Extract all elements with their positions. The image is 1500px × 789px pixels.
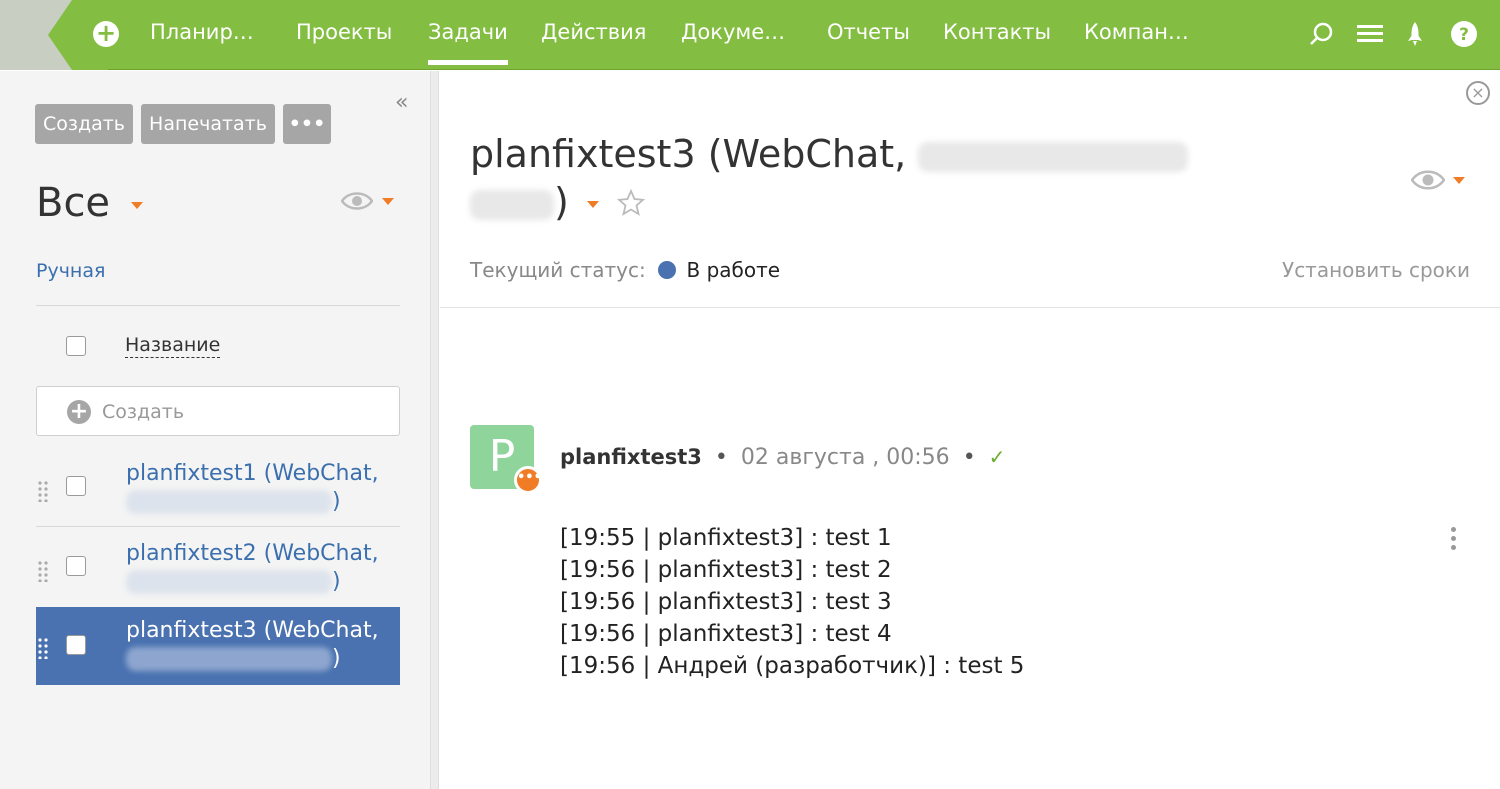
task-menu-chevron-icon[interactable]	[586, 201, 599, 208]
redacted-text	[126, 570, 332, 594]
set-deadline-link[interactable]: Установить сроки	[1282, 258, 1470, 282]
task-list-item[interactable]: planfixtest2 (WebChat, )	[36, 530, 400, 608]
task-list-item[interactable]: planfixtest1 (WebChat, )	[36, 450, 400, 528]
task-heading: planfixtest3 (WebChat, )	[470, 130, 1189, 226]
message-header: planfixtest3 • 02 августа , 00:56 • ✓	[560, 445, 1005, 470]
status-label: Текущий статус:	[470, 258, 646, 282]
eye-menu-chevron-icon[interactable]	[1453, 177, 1465, 184]
nav-item-reports[interactable]: Отчеты	[827, 20, 910, 44]
status-dot-icon	[658, 261, 677, 279]
message-line: [19:56 | planfixtest3] : test 2	[560, 557, 892, 583]
create-button[interactable]: Создать	[35, 104, 133, 144]
drag-handle-icon[interactable]	[36, 637, 50, 659]
status-value[interactable]: В работе	[686, 258, 780, 282]
redacted-text	[470, 189, 554, 220]
message-date: 02 августа , 00:56	[740, 445, 950, 470]
rocket-icon[interactable]	[1401, 20, 1429, 48]
top-navigation-bar: + Планир… Проекты Задачи Действия Докуме…	[0, 0, 1500, 70]
nav-item-actions[interactable]: Действия	[541, 20, 646, 44]
create-task-placeholder: Создать	[102, 401, 185, 423]
svg-text:?: ?	[1459, 25, 1469, 45]
more-button[interactable]: •••	[283, 104, 331, 144]
panel-splitter[interactable]	[430, 71, 439, 789]
close-icon[interactable]: ×	[1466, 81, 1490, 105]
redacted-text	[126, 490, 332, 514]
nav-item-projects[interactable]: Проекты	[296, 20, 392, 44]
message-line: [19:56 | Андрей (разработчик)] : test 5	[560, 653, 1025, 679]
task-checkbox[interactable]	[66, 476, 86, 496]
task-title: planfixtest1 (WebChat,	[126, 461, 379, 486]
task-checkbox[interactable]	[66, 556, 86, 576]
drag-handle-icon[interactable]	[36, 560, 50, 582]
eye-menu-chevron-icon[interactable]	[382, 198, 394, 205]
chevron-down-icon	[130, 201, 143, 209]
nav-item-company[interactable]: Компан…	[1084, 20, 1189, 44]
search-icon[interactable]	[1308, 20, 1336, 48]
select-all-checkbox[interactable]	[66, 336, 86, 356]
menu-icon[interactable]	[1356, 20, 1384, 48]
view-title: Все	[36, 180, 111, 226]
nav-item-contacts[interactable]: Контакты	[943, 20, 1051, 44]
print-button[interactable]: Напечатать	[141, 104, 275, 144]
message-line: [19:56 | planfixtest3] : test 4	[560, 621, 892, 647]
eye-icon[interactable]	[1411, 168, 1445, 192]
redacted-text	[126, 647, 332, 671]
task-title-tail: )	[332, 646, 341, 671]
help-icon[interactable]: ?	[1450, 20, 1478, 48]
check-icon: ✓	[988, 445, 1006, 469]
create-task-input[interactable]: + Создать	[36, 386, 400, 436]
view-selector[interactable]: Все	[36, 180, 143, 226]
task-list-item-selected[interactable]: planfixtest3 (WebChat, )	[36, 607, 400, 685]
task-status-row: Текущий статус: В работе	[470, 258, 780, 282]
message-author[interactable]: planfixtest3	[560, 445, 702, 469]
task-title: planfixtest2 (WebChat,	[126, 541, 379, 566]
add-icon[interactable]: +	[93, 21, 119, 47]
chat-badge-icon: •••	[514, 466, 542, 494]
redacted-text	[918, 141, 1189, 172]
eye-icon[interactable]	[341, 190, 373, 212]
nav-item-planning[interactable]: Планир…	[150, 20, 254, 44]
add-icon: +	[67, 400, 91, 424]
task-title: planfixtest3 (WebChat,	[126, 618, 379, 643]
kebab-icon[interactable]	[1449, 527, 1457, 555]
message-line: [19:56 | planfixtest3] : test 3	[560, 589, 892, 615]
task-checkbox[interactable]	[66, 635, 86, 655]
task-title-tail: )	[332, 489, 341, 514]
drag-handle-icon[interactable]	[36, 480, 50, 502]
collapse-panel-icon[interactable]: «	[395, 90, 408, 115]
message-body: [19:55 | planfixtest3] : test 1 [19:56 |…	[560, 522, 1024, 682]
star-icon[interactable]	[616, 188, 646, 217]
separator-dot: •	[714, 445, 728, 470]
task-heading-text: planfixtest3 (WebChat,	[470, 132, 907, 176]
message-line: [19:55 | planfixtest3] : test 1	[560, 525, 892, 551]
divider	[36, 305, 400, 306]
nav-item-documents[interactable]: Докуме…	[681, 20, 785, 44]
nav-item-tasks[interactable]: Задачи	[428, 20, 508, 65]
divider	[440, 307, 1500, 308]
separator-dot: •	[962, 445, 976, 470]
sort-mode-link[interactable]: Ручная	[36, 260, 105, 282]
divider	[36, 526, 400, 527]
task-title-tail: )	[332, 569, 341, 594]
task-heading-tail: )	[554, 180, 569, 224]
column-header-name[interactable]: Название	[125, 334, 221, 358]
